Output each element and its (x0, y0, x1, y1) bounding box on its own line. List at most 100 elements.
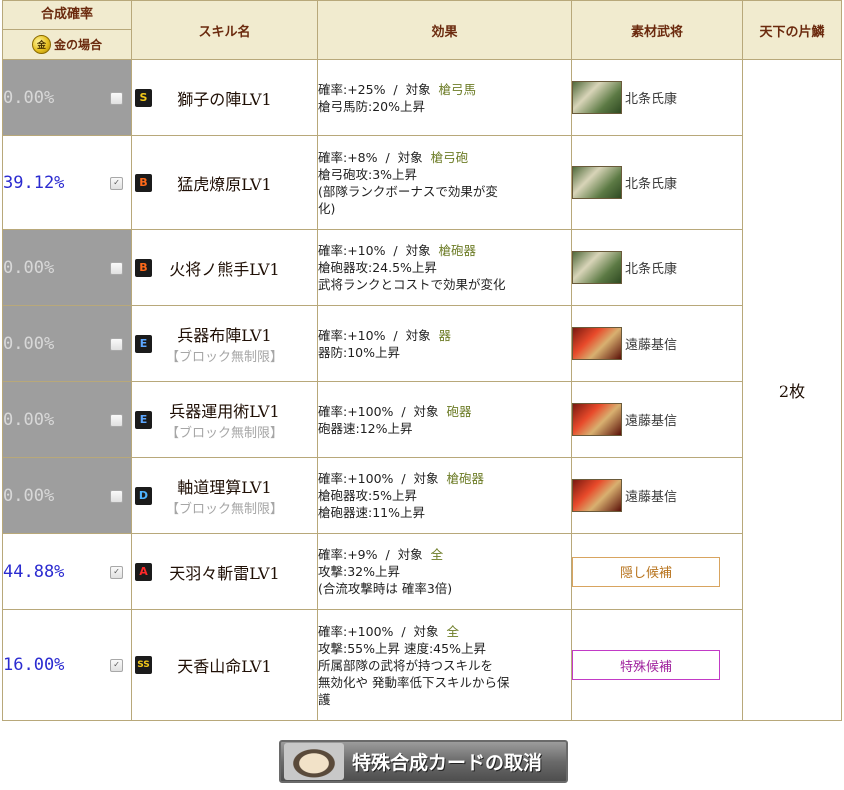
skill-row: 0.00% E 兵器布陣LV1 【ブロック無制限】 確率:+10% / 対象 器器防:1… (2, 305, 842, 382)
select-checkbox[interactable] (110, 91, 123, 105)
effect-cell: 確率:+10% / 対象 器器防:10%上昇 (317, 305, 572, 382)
material-header: 素材武将 (571, 0, 743, 60)
skill-name-cell: D 軸道理算LV1 【ブロック無制限】 (131, 457, 318, 534)
effect-prob-line: 確率:+10% / 対象 器 (318, 327, 452, 343)
effect-cell: 確率:+100% / 対象 全攻撃:55%上昇 速度:45%上昇 所属部隊の武将が… (317, 609, 572, 721)
target-label: 対象 (413, 403, 439, 419)
skill-name-cell: B 火将ノ熊手LV1 (131, 229, 318, 306)
target-label: 対象 (397, 149, 423, 165)
cancel-special-synthesis-button[interactable]: 特殊合成カードの取消 (279, 740, 568, 783)
skill-name: 天羽々斬雷LV1 (169, 563, 280, 583)
skill-name-cell: E 兵器運用術LV1 【ブロック無制限】 (131, 381, 318, 458)
effect-target: 全 (446, 623, 460, 639)
rate-value: 0.00% (3, 87, 55, 108)
general-portrait[interactable] (572, 327, 622, 360)
effect-prob-line: 確率:+25% / 対象 槍弓馬 (318, 81, 477, 97)
skill-name: 獅子の陣LV1 (177, 89, 272, 109)
effect-prob: 確率:+10% (318, 327, 386, 343)
cancel-button-label: 特殊合成カードの取消 (352, 752, 543, 774)
effect-prob-line: 確率:+10% / 対象 槍砲器 (318, 243, 477, 258)
select-checkbox[interactable]: ✓ (110, 176, 123, 190)
rate-value: 0.00% (3, 333, 55, 354)
rate-value: 44.88% (3, 561, 65, 582)
general-name: 北条氏康 (625, 92, 678, 107)
effect-cell: 確率:+25% / 対象 槍弓馬 槍弓馬防:20%上昇 (317, 59, 572, 136)
general-portrait[interactable] (572, 403, 622, 436)
general-portrait[interactable] (572, 81, 622, 114)
effect-prob: 確率:+10% (318, 243, 386, 258)
skill-row: 39.12% ✓ B 猛虎燎原LV1 確率:+8% / 対象 槍弓砲 槍弓砲攻:3%上昇(… (2, 135, 842, 230)
material-cell: 北条氏康 (571, 59, 743, 136)
skill-name: 兵器運用術LV1 (169, 402, 280, 421)
general-portrait[interactable] (572, 251, 622, 284)
select-checkbox[interactable]: ✓ (110, 565, 123, 579)
effect-prob: 確率:+8% (318, 149, 378, 165)
block-unlimited-note: 【ブロック無制限】 (165, 502, 283, 517)
rate-cell: 39.12% ✓ (2, 135, 132, 230)
material-cell: 北条氏康 (571, 135, 743, 230)
target-label: 対象 (405, 243, 431, 258)
tenka-cell: 2枚 (742, 59, 842, 721)
rate-value: 39.12% (3, 172, 65, 193)
tenka-value: 2枚 (778, 382, 806, 401)
skill-name: 猛虎燎原LV1 (177, 174, 272, 194)
effect-target: 槍砲器 (438, 243, 477, 258)
skill-row: 0.00% S 獅子の陣LV1 確率:+25% / 対象 槍弓馬 槍弓馬防:20%上昇北… (2, 59, 842, 721)
effect-cell: 確率:+8% / 対象 槍弓砲 槍弓砲攻:3%上昇 (部隊ランクボーナスで効果が変化… (317, 135, 572, 230)
block-unlimited-note: 【ブロック無制限】 (165, 426, 283, 441)
select-checkbox[interactable]: ✓ (110, 659, 123, 672)
rate-value: 0.00% (3, 485, 55, 506)
target-label: 対象 (413, 471, 439, 486)
material-cell: 特殊候補 (571, 609, 743, 721)
effect-line: 無効化や 発動率低下スキルから保 (318, 674, 510, 690)
skill-row: 0.00% E 兵器運用術LV1 【ブロック無制限】 確率:+100% / 対象 砲器砲… (2, 381, 842, 458)
rate-cell: 16.00% ✓ (2, 609, 132, 721)
effect-line: 槍弓砲攻:3%上昇 (318, 166, 418, 182)
general-portrait[interactable] (572, 479, 622, 512)
select-checkbox[interactable] (110, 337, 123, 351)
skill-name: 火将ノ熊手LV1 (169, 259, 280, 279)
effect-line: 護 (318, 691, 331, 707)
effect-line: 攻撃:55%上昇 速度:45%上昇 (318, 640, 486, 656)
effect-prob-line: 確率:+9% / 対象 全 (318, 547, 444, 562)
rate-value: 0.00% (3, 409, 55, 430)
material-cell: 遠藤基信 (571, 457, 743, 534)
effect-line: 化) (318, 200, 336, 216)
effect-header: 効果 (317, 0, 572, 60)
select-checkbox[interactable] (110, 489, 123, 503)
skill-table: 合成確率 金 金の場合 スキル名 効果 素材武将 天下の片鱗 0.00% S 獅子の… (2, 0, 842, 721)
rank-a-icon: A (135, 562, 152, 581)
general-name: 遠藤基信 (625, 414, 678, 429)
effect-prob: 確率:+25% (318, 81, 386, 97)
skill-name: 兵器布陣LV1 (177, 326, 272, 345)
rate-cell: 0.00% (2, 229, 132, 306)
skill-name-cell: E 兵器布陣LV1 【ブロック無制限】 (131, 305, 318, 382)
header-row: 合成確率 金 金の場合 スキル名 効果 素材武将 天下の片鱗 (2, 0, 842, 60)
block-unlimited-note: 【ブロック無制限】 (165, 350, 283, 365)
hidden-candidate-button[interactable]: 隠し候補 (572, 556, 720, 587)
effect-prob: 確率:+100% (318, 623, 394, 639)
character-face-icon (284, 743, 344, 780)
target-label: 対象 (405, 327, 431, 343)
effect-cell: 確率:+100% / 対象 砲器 砲器速:12%上昇 (317, 381, 572, 458)
select-checkbox[interactable] (110, 261, 123, 275)
effect-line: 槍砲器速:11%上昇 (318, 505, 425, 520)
effect-prob-line: 確率:+100% / 対象 砲器 (318, 403, 472, 419)
rate-value: 0.00% (3, 257, 55, 278)
skill-row: 44.88% ✓ A 天羽々斬雷LV1 確率:+9% / 対象 全攻撃:32%上昇 (合流… (2, 533, 842, 610)
target-label: 対象 (413, 623, 439, 639)
effect-target: 器 (438, 327, 452, 343)
effect-line: 砲器速:12%上昇 (318, 420, 413, 436)
skill-name: 天香山命LV1 (177, 657, 272, 676)
rank-s-icon: S (135, 88, 152, 107)
rate-header-label: 合成確率 (3, 1, 131, 30)
material-cell: 隠し候補 (571, 533, 743, 610)
skill-row: 0.00% D 軸道理算LV1 【ブロック無制限】 確率:+100% / 対象 槍砲器槍… (2, 457, 842, 534)
general-portrait[interactable] (572, 166, 622, 199)
special-candidate-button[interactable]: 特殊候補 (572, 650, 720, 680)
gold-case-label: 金の場合 (53, 38, 102, 52)
effect-line: (合流攻撃時は 確率3倍) (318, 581, 453, 596)
rank-b-icon: B (135, 258, 152, 277)
select-checkbox[interactable] (110, 413, 123, 427)
rate-cell: 0.00% (2, 305, 132, 382)
